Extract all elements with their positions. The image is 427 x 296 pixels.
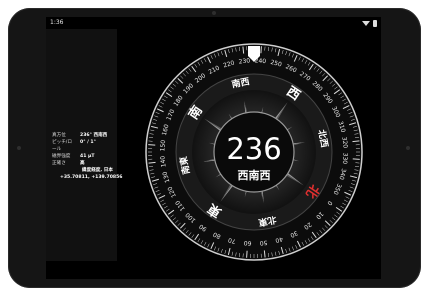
latlng-value: +35.70811, +139.70856 bbox=[60, 175, 123, 180]
info-row-pitch-roll: ピッチ/ロール 0° / 1° bbox=[52, 139, 122, 153]
status-time: 1:36 bbox=[50, 19, 64, 26]
wifi-icon bbox=[362, 20, 370, 26]
info-row-magnetic-field: 磁界強度 41 µT bbox=[52, 153, 122, 160]
side-sensor-right bbox=[406, 146, 410, 150]
info-label: 正確さ bbox=[52, 161, 66, 166]
info-row-true-bearing: 真方位 236° 西南西 bbox=[52, 132, 122, 139]
navigation-bar bbox=[46, 261, 381, 279]
info-value: 41 µT bbox=[80, 154, 95, 159]
tablet-device: 1:36 真方位 236° 西南西 ピッチ/ロール 0° / 1° 磁界強度 4… bbox=[0, 0, 427, 296]
info-row-location: 緯度経度, 日本 bbox=[52, 167, 122, 174]
degree-tick-label: 60 bbox=[243, 239, 251, 247]
degree-tick-label: 140 bbox=[159, 155, 167, 167]
front-camera bbox=[212, 11, 216, 15]
status-icons bbox=[362, 17, 377, 29]
degree-tick-label: 150 bbox=[159, 140, 167, 152]
degree-tick-label: 330 bbox=[341, 152, 349, 164]
info-label: 磁界強度 bbox=[52, 154, 71, 159]
info-label: 真方位 bbox=[52, 133, 66, 138]
status-bar: 1:36 bbox=[46, 17, 381, 29]
info-value: 高 bbox=[80, 161, 85, 166]
info-row-accuracy: 正確さ 高 bbox=[52, 160, 122, 167]
battery-icon bbox=[373, 19, 377, 27]
heading-direction: 西南西 bbox=[238, 168, 271, 182]
info-value: 0° / 1° bbox=[80, 140, 96, 145]
info-value: 236° 西南西 bbox=[80, 133, 108, 138]
location-label: 緯度経度, 日本 bbox=[82, 168, 113, 173]
degree-tick-label: 320 bbox=[340, 136, 348, 148]
side-sensor-left bbox=[17, 146, 21, 150]
info-panel: 真方位 236° 西南西 ピッチ/ロール 0° / 1° 磁界強度 41 µT … bbox=[52, 132, 122, 181]
app-screen: 1:36 真方位 236° 西南西 ピッチ/ロール 0° / 1° 磁界強度 4… bbox=[46, 17, 381, 279]
heading-degrees: 236 bbox=[226, 132, 281, 166]
info-label: ピッチ/ロール bbox=[52, 140, 72, 152]
degree-tick-label: 230 bbox=[238, 57, 250, 65]
compass-dial[interactable]: 0102030405060708090100110120130140150160… bbox=[144, 42, 364, 262]
degree-tick-label: 50 bbox=[259, 239, 268, 247]
